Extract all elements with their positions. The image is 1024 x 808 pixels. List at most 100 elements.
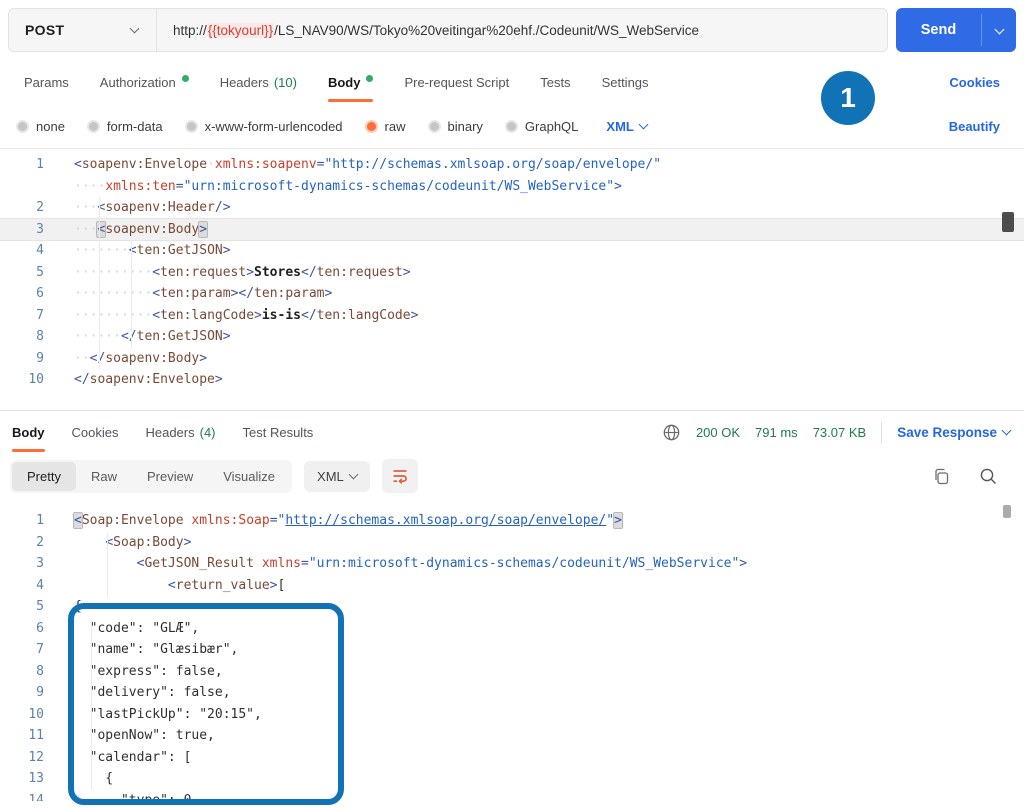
beautify-link[interactable]: Beautify — [949, 119, 1000, 134]
response-tabs: Body Cookies Headers (4) Test Results — [12, 411, 313, 454]
tab-authorization[interactable]: Authorization — [100, 60, 189, 104]
response-view-switcher: Pretty Raw Preview Visualize — [10, 459, 293, 493]
response-body-editor[interactable]: 1 <Soap:Envelope xmlns:Soap="http://schem… — [0, 498, 1024, 801]
body-type-radios: none form-data x-www-form-urlencoded raw bin… — [16, 119, 578, 134]
chevron-down-icon — [129, 23, 140, 33]
tab-label: Tests — [540, 74, 571, 90]
radio-dot-icon — [184, 119, 198, 133]
line-number: 8 — [36, 663, 44, 679]
view-tab-visualize[interactable]: Visualize — [208, 462, 290, 491]
step-annotation-badge: 1 — [821, 71, 875, 125]
response-tab-headers[interactable]: Headers (4) — [145, 411, 215, 454]
send-label[interactable]: Send — [896, 8, 981, 52]
line-number: 6 — [36, 620, 44, 636]
response-toolbar: Pretty Raw Preview Visualize XML — [0, 454, 1024, 498]
tab-label: Body — [327, 74, 361, 90]
code-line: 3 <GetJSON_Result xmlns="urn:microsoft-d… — [0, 553, 1024, 575]
line-number: 8 — [36, 329, 44, 344]
response-tab-body[interactable]: Body — [12, 411, 45, 454]
request-body-editor[interactable]: 1 <soapenv:Envelope·xmlns:soapenv="http:/… — [0, 148, 1024, 410]
view-tab-preview[interactable]: Preview — [132, 462, 208, 491]
radio-label: binary — [447, 118, 483, 134]
method-select[interactable]: POST — [9, 9, 157, 51]
tab-body[interactable]: Body — [327, 60, 374, 104]
body-type-radio-raw[interactable]: raw — [364, 118, 406, 134]
tab-count-badge: (10) — [273, 74, 297, 90]
code-line: 8 "express": false, — [0, 661, 1024, 683]
save-response-button[interactable]: Save Response — [897, 425, 1012, 440]
code-line: 5{ — [0, 596, 1024, 618]
tab-params[interactable]: Params — [24, 60, 69, 104]
response-tool-icons — [932, 467, 998, 486]
tab-tests[interactable]: Tests — [540, 60, 570, 104]
code-content: <GetJSON_Result xmlns="urn:microsoft-dyn… — [136, 556, 748, 571]
code-content: ···<soapenv:Header/> — [74, 200, 231, 215]
code-content: "lastPickUp": "20:15", — [74, 706, 262, 722]
radio-label: none — [36, 118, 65, 134]
search-button[interactable] — [979, 467, 998, 486]
indent-guide — [99, 197, 100, 369]
url-input[interactable]: http://{{tokyourl}}/LS_NAV90/WS/Tokyo%20… — [157, 22, 887, 38]
code-content: <return_value>[ — [167, 577, 286, 593]
tab-headers[interactable]: Headers (10) — [220, 60, 297, 104]
code-content: <Soap:Body> — [105, 534, 192, 550]
code-content: "openNow": true, — [74, 728, 215, 743]
radio-label: raw — [384, 118, 406, 134]
cookies-link[interactable]: Cookies — [949, 75, 1000, 90]
radio-label: x-www-form-urlencoded — [204, 118, 343, 134]
body-type-radio-graphql[interactable]: GraphQL — [504, 119, 578, 134]
save-response-label: Save Response — [897, 425, 997, 440]
request-url-bar: POST http://{{tokyourl}}/LS_NAV90/WS/Tok… — [0, 0, 1024, 52]
xml-namespace-link[interactable]: http://schemas.xmlsoap.org/soap/envelope… — [285, 513, 606, 528]
body-language-select[interactable]: XML — [606, 119, 649, 134]
request-editor-scrollbar[interactable] — [1002, 212, 1014, 232]
line-number: 13 — [28, 771, 44, 786]
code-content: { — [74, 599, 82, 614]
code-content: "name": "Glæsibær", — [74, 642, 239, 657]
indent-guide — [107, 533, 108, 597]
send-button[interactable]: Send — [896, 8, 1016, 52]
request-tabs: Params Authorization Headers (10) Body Pre-re… — [24, 60, 649, 104]
copy-button[interactable] — [932, 467, 951, 486]
body-type-radio-none[interactable]: none — [16, 119, 65, 134]
tab-pre-request-script[interactable]: Pre-request Script — [404, 60, 509, 104]
send-options-button[interactable] — [982, 8, 1016, 52]
view-tab-pretty[interactable]: Pretty — [12, 461, 76, 491]
body-type-radio-binary[interactable]: binary — [427, 118, 483, 134]
line-number: 4 — [36, 243, 44, 258]
url-suffix: /LS_NAV90/WS/Tokyo%20veitingar%20ehf./Co… — [274, 22, 700, 38]
tab-settings[interactable]: Settings — [602, 60, 649, 104]
wrap-text-button[interactable] — [381, 459, 418, 493]
green-dot-indicator — [181, 74, 189, 82]
code-line: 13 { — [0, 768, 1024, 790]
line-number: 10 — [28, 372, 44, 387]
line-number: 3 — [36, 556, 44, 571]
code-content: "delivery": false, — [74, 685, 231, 700]
body-type-radio-form-data[interactable]: form-data — [86, 119, 163, 134]
radio-dot-icon — [86, 119, 100, 133]
tab-label: Body — [12, 425, 45, 440]
code-line: 5 ··········<ten:request>Stores</ten:requ… — [0, 262, 1024, 284]
response-language-select[interactable]: XML — [304, 460, 370, 492]
tab-label: Headers — [219, 74, 269, 90]
view-tab-raw[interactable]: Raw — [76, 462, 132, 491]
url-group: POST http://{{tokyourl}}/LS_NAV90/WS/Tok… — [8, 8, 888, 52]
globe-icon — [663, 424, 680, 441]
response-tab-cookies[interactable]: Cookies — [72, 411, 119, 454]
search-icon — [980, 468, 996, 484]
code-line: 6 ··········<ten:param></ten:param> — [0, 283, 1024, 305]
response-tab-test-results[interactable]: Test Results — [243, 411, 314, 454]
indent-guide — [91, 620, 92, 790]
code-line: 4 ·······<ten:GetJSON> — [0, 240, 1024, 262]
line-number: 4 — [36, 577, 44, 593]
code-content: <Soap:Envelope xmlns:Soap="http://schema… — [73, 512, 623, 529]
body-type-radio-x-www-form-urlencoded[interactable]: x-www-form-urlencoded — [184, 118, 343, 134]
chevron-down-icon — [348, 469, 359, 479]
line-number: 12 — [28, 749, 44, 765]
wrap-text-icon — [393, 470, 407, 484]
code-line: 10 </soapenv:Envelope> — [0, 369, 1024, 391]
code-line: 9 "delivery": false, — [0, 682, 1024, 704]
line-number: 3 — [36, 221, 44, 237]
code-line: 7 ··········<ten:langCode>is-is</ten:lang… — [0, 305, 1024, 327]
response-editor-scrollbar[interactable] — [1003, 505, 1011, 518]
